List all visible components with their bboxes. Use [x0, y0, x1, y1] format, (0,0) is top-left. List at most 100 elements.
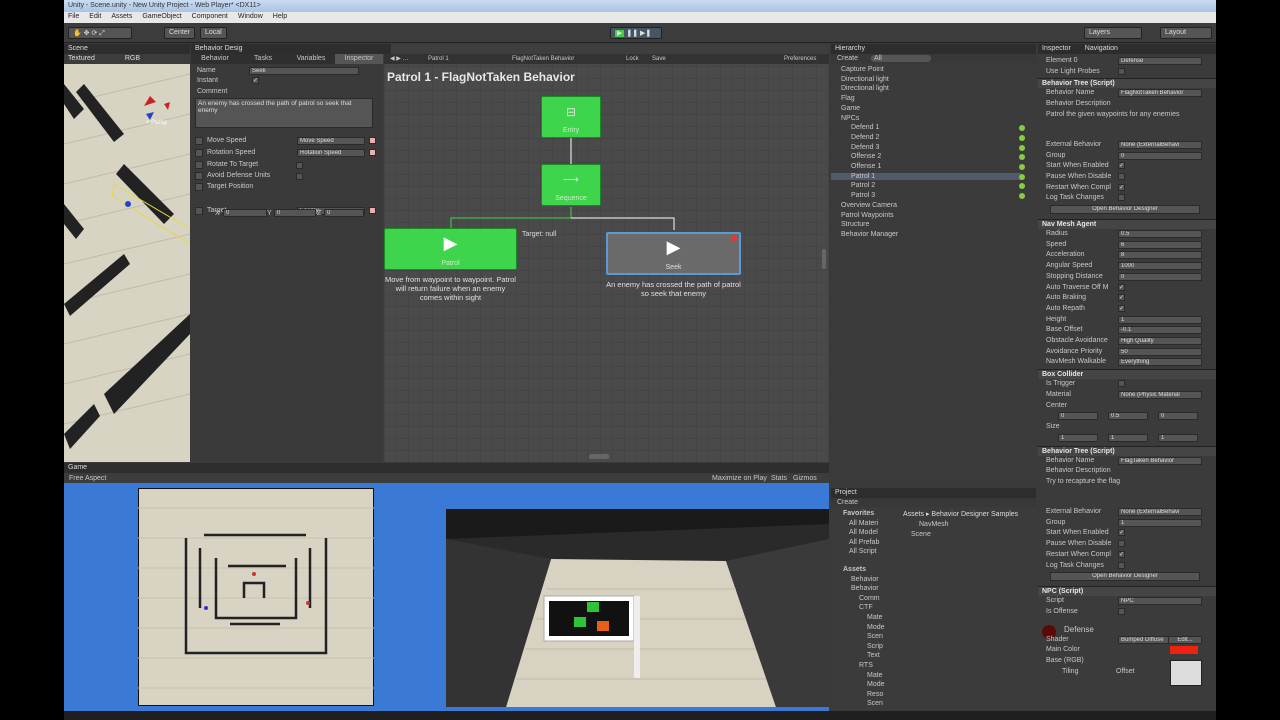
field-value[interactable]: Rotation Speed: [297, 149, 365, 157]
project-fav-item[interactable]: All Materi: [849, 520, 878, 527]
restart-when-complete-checkbox[interactable]: ✓: [1118, 183, 1125, 191]
open-behavior-designer-button[interactable]: Open Behavior Designer: [1050, 205, 1200, 214]
bd-tab-behavior[interactable]: Behavior: [191, 54, 239, 64]
restart-when-complete-checkbox[interactable]: ✓: [1118, 550, 1125, 558]
log-task-changes-checkbox[interactable]: [1118, 561, 1125, 569]
nav-field-value[interactable]: 6: [1118, 240, 1202, 249]
nav-field-value[interactable]: 1000: [1118, 262, 1202, 271]
hierarchy-item[interactable]: Offense 2: [831, 153, 1021, 160]
var-toggle-icon[interactable]: [195, 137, 203, 145]
nav-field-value[interactable]: High Quality: [1118, 337, 1202, 345]
scene-viewport[interactable]: < Persp: [64, 64, 190, 462]
project-asset-item[interactable]: Mate: [867, 614, 883, 621]
hierarchy-item[interactable]: Directional light: [831, 85, 1021, 92]
play-controls[interactable]: ▶ ❚❚ ▶❚: [610, 27, 662, 39]
material-field[interactable]: None (Physic Material: [1118, 390, 1202, 399]
shared-toggle-icon[interactable]: [369, 207, 376, 214]
project-asset-item[interactable]: Behavior: [851, 585, 879, 592]
is-trigger-checkbox[interactable]: [1118, 380, 1125, 388]
hierarchy-item[interactable]: Defend 1: [831, 124, 1021, 131]
scene-mode[interactable]: RGB: [125, 55, 140, 63]
log-task-changes-checkbox[interactable]: [1118, 194, 1125, 202]
canvas-scrollbar[interactable]: [589, 454, 609, 459]
var-toggle-icon[interactable]: [195, 207, 203, 215]
start-when-enabled-checkbox[interactable]: ✓: [1118, 162, 1125, 170]
aspect-dropdown[interactable]: Free Aspect: [69, 475, 106, 482]
scene-shading[interactable]: Textured: [68, 55, 95, 63]
project-create[interactable]: Create: [837, 499, 858, 506]
group-field[interactable]: 0: [1118, 151, 1202, 160]
behavior-name-field[interactable]: FlagNotTaken Behavior: [1118, 89, 1202, 98]
menu-gameobject[interactable]: GameObject: [142, 13, 181, 22]
instant-checkbox[interactable]: ✓: [252, 77, 259, 84]
project-asset-item[interactable]: Behavior: [851, 576, 879, 583]
nav-field-value[interactable]: 0: [1118, 272, 1202, 281]
center-cz[interactable]: 0: [1158, 412, 1198, 421]
project-asset-item[interactable]: CTF: [859, 604, 873, 611]
nav-field-checkbox[interactable]: ✓: [1118, 294, 1125, 302]
field-checkbox[interactable]: [296, 173, 303, 180]
behavior-description-value[interactable]: Patrol the given waypoints for any enemi…: [1046, 111, 1206, 120]
project-asset-item[interactable]: Reso: [867, 691, 883, 698]
npc-script-header[interactable]: NPC (Script): [1038, 586, 1216, 597]
nav-field-value[interactable]: -0.1: [1118, 326, 1202, 335]
hierarchy-item[interactable]: Directional light: [831, 76, 1021, 83]
play-icon[interactable]: ▶: [615, 30, 625, 37]
patrol-node[interactable]: ▶ Patrol: [384, 228, 517, 270]
layers-dropdown[interactable]: Layers: [1084, 27, 1142, 39]
project-asset-item[interactable]: Assets: [843, 566, 866, 573]
behavior-description-value[interactable]: Try to recapture the flag: [1046, 478, 1206, 487]
project-breadcrumb[interactable]: Assets ▸ Behavior Designer Samples: [903, 510, 1018, 518]
bd-tab-tasks[interactable]: Tasks: [239, 54, 287, 64]
nav-field-checkbox[interactable]: ✓: [1118, 283, 1125, 291]
project-tab[interactable]: Project: [831, 488, 1036, 498]
box-collider-header[interactable]: Box Collider: [1038, 369, 1216, 380]
field-value[interactable]: Move Speed: [297, 137, 365, 145]
layout-dropdown[interactable]: Layout: [1160, 27, 1212, 39]
hierarchy-item[interactable]: Structure: [831, 221, 1021, 228]
project-asset-item[interactable]: Mate: [867, 672, 883, 679]
inspector-tab[interactable]: Inspector: [1042, 45, 1071, 53]
hierarchy-item[interactable]: Game: [831, 105, 1021, 112]
is-offense-checkbox[interactable]: [1118, 607, 1125, 615]
gizmos-button[interactable]: Gizmos: [793, 475, 817, 482]
project-asset-item[interactable]: Scen: [867, 700, 883, 707]
external-behavior-field[interactable]: None (ExternalBehavi: [1118, 508, 1202, 516]
hierarchy-tab[interactable]: Hierarchy: [831, 44, 1036, 54]
scene-persp-label[interactable]: < Persp: [146, 120, 168, 126]
menu-assets[interactable]: Assets: [111, 13, 132, 22]
menu-file[interactable]: File: [68, 13, 79, 22]
shared-toggle-icon[interactable]: [369, 149, 376, 156]
project-fav-item[interactable]: Favorites: [843, 510, 874, 517]
pause-icon[interactable]: ❚❚: [626, 30, 638, 37]
project-asset-item[interactable]: Scen: [867, 633, 883, 640]
hierarchy-item[interactable]: Overview Camera: [831, 202, 1021, 209]
hierarchy-create[interactable]: Create: [837, 55, 858, 62]
var-toggle-icon[interactable]: [195, 172, 203, 180]
hierarchy-item[interactable]: Patrol Waypoints: [831, 212, 1021, 219]
pivot-local-button[interactable]: Local: [200, 27, 227, 39]
nav-field-value[interactable]: 1: [1118, 315, 1202, 324]
behavior-name-field[interactable]: FlagTaken Behavior: [1118, 456, 1202, 465]
texture-thumbnail-icon[interactable]: [1170, 659, 1202, 686]
group-field[interactable]: 1: [1118, 518, 1202, 527]
maximize-on-play[interactable]: Maximize on Play: [712, 475, 767, 482]
tp-x-field[interactable]: 0: [223, 209, 267, 217]
hierarchy-item[interactable]: NPCs: [831, 115, 1021, 122]
menu-edit[interactable]: Edit: [89, 13, 101, 22]
hierarchy-item[interactable]: Behavior Manager: [831, 231, 1021, 238]
menu-window[interactable]: Window: [238, 13, 263, 22]
task-name-field[interactable]: Seek: [249, 67, 359, 75]
canvas-vscrollbar[interactable]: [822, 249, 826, 269]
var-toggle-icon[interactable]: [195, 161, 203, 169]
light-probes-checkbox[interactable]: [1118, 67, 1125, 75]
size-sz[interactable]: 1: [1158, 433, 1198, 442]
project-fav-item[interactable]: All Prefab: [849, 539, 879, 546]
project-file-item[interactable]: NavMesh: [919, 521, 949, 528]
nav-field-value[interactable]: 0.5: [1118, 230, 1202, 238]
menu-component[interactable]: Component: [192, 13, 228, 22]
menu-help[interactable]: Help: [273, 13, 287, 22]
project-file-item[interactable]: Scene: [911, 531, 931, 538]
bd-tab-variables[interactable]: Variables: [287, 54, 335, 64]
main-color-swatch[interactable]: [1170, 646, 1198, 655]
